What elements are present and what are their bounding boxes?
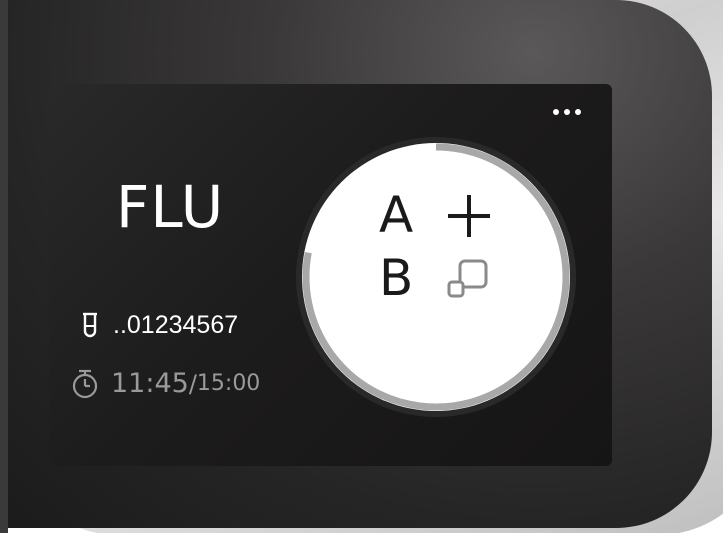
timer-total: 15:00 <box>196 371 261 396</box>
result-a-label: A <box>379 186 414 244</box>
timer-elapsed: 11:45 <box>111 368 189 399</box>
overlapping-squares-icon <box>447 259 488 298</box>
timer-separator: / <box>188 370 197 398</box>
result-dial-graphic <box>296 137 576 417</box>
test-tube-icon <box>83 312 97 338</box>
bezel-edge <box>0 0 8 533</box>
result-dial: A B <box>294 135 578 419</box>
stopwatch-icon <box>72 369 98 399</box>
test-timer: 11:45 / 15:00 <box>71 366 260 402</box>
sample-info: ..01234567 <box>83 310 238 340</box>
device-photo: FLU ..01234567 11:45 / 15:00 A B <box>0 0 723 533</box>
test-name: FLU <box>116 173 225 241</box>
more-menu-button[interactable] <box>547 100 587 124</box>
plus-icon <box>448 195 490 237</box>
result-b-label: B <box>379 249 414 307</box>
device-screen: FLU ..01234567 11:45 / 15:00 A B <box>49 84 612 466</box>
sample-id: ..01234567 <box>113 311 239 339</box>
more-horizontal-icon <box>553 109 581 115</box>
